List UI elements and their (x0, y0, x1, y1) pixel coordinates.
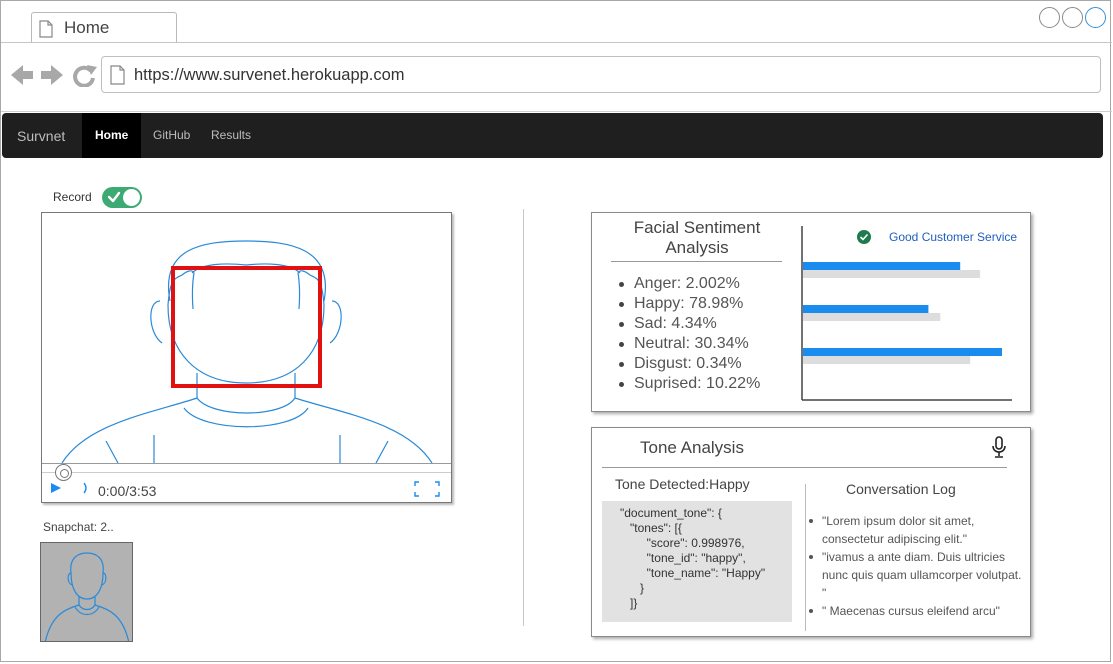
column-divider (523, 209, 524, 626)
page-icon (110, 65, 125, 85)
emotion-list: Anger: 2.002% Happy: 78.98% Sad: 4.34% N… (616, 274, 760, 394)
tone-analysis-panel: Tone Analysis Tone Detected:Happy "docum… (591, 427, 1031, 637)
emotion-anger: Anger: 2.002% (616, 274, 760, 294)
chart-bar-series2-group2 (803, 313, 941, 321)
emotion-happy: Happy: 78.98% (616, 294, 760, 314)
address-bar[interactable]: https://www.survenet.herokuapp.com (101, 56, 1101, 93)
fullscreen-icon[interactable] (414, 481, 440, 497)
chart-bar-series2-group3 (803, 356, 971, 364)
browser-window: Home https://www.survenet.herokuapp.com … (0, 0, 1112, 662)
tone-json-output: "document_tone": { "tones": [{ "score": … (602, 501, 792, 622)
emotion-neutral: Neutral: 30.34% (616, 334, 760, 354)
nav-item-results[interactable]: Results (211, 113, 251, 158)
record-toggle[interactable] (102, 187, 142, 208)
conversation-entry: " Maecenas cursus eleifend arcu" (809, 602, 1027, 620)
document-icon (39, 20, 53, 38)
record-label: Record (53, 190, 92, 204)
chart-bar-series1-group2 (803, 305, 929, 313)
refresh-icon[interactable] (73, 65, 97, 87)
emotion-suprised: Suprised: 10.22% (616, 374, 760, 394)
conversation-log: "Lorem ipsum dolor sit amet, consectetur… (809, 512, 1027, 620)
video-controls: 0:00/3:53 (42, 463, 451, 502)
app-navbar: Survnet Home GitHub Results (2, 113, 1103, 158)
json-line: "tones": [{ (620, 521, 682, 535)
json-line: } (620, 581, 645, 595)
back-arrow-icon[interactable] (11, 65, 33, 85)
forward-arrow-icon[interactable] (41, 65, 63, 85)
json-line: "tone_id": "happy", (620, 551, 746, 565)
microphone-icon[interactable] (992, 436, 1006, 458)
window-controls (1039, 7, 1106, 28)
navigation-icons (11, 65, 97, 87)
browser-tab[interactable]: Home (31, 12, 177, 43)
tone-title-underline (602, 467, 1007, 468)
emotion-disgust: Disgust: 0.34% (616, 354, 760, 374)
chart-bar-series1-group3 (803, 348, 1002, 356)
toolbar-border (1, 111, 1112, 112)
play-icon[interactable] (50, 482, 62, 494)
tone-analysis-title: Tone Analysis (640, 438, 744, 457)
facial-sentiment-panel: Facial Sentiment Analysis Anger: 2.002% … (591, 212, 1031, 412)
sentiment-bar-chart (801, 226, 1012, 401)
check-icon (107, 191, 121, 203)
seek-handle[interactable] (55, 464, 72, 481)
tab-title: Home (64, 18, 110, 37)
json-line: "document_tone": { (620, 506, 722, 520)
navbar-brand[interactable]: Survnet (17, 128, 65, 144)
snapshot-label: Snapchat: 2.. (43, 520, 114, 534)
video-player[interactable]: 0:00/3:53 (41, 212, 452, 503)
tab-strip-border (1, 42, 1112, 43)
seek-bar[interactable] (42, 472, 451, 473)
tone-column-divider (805, 484, 806, 631)
maximize-button[interactable] (1062, 7, 1083, 28)
emotion-sad: Sad: 4.34% (616, 314, 760, 334)
facial-sentiment-title: Facial Sentiment Analysis (633, 218, 761, 257)
face-detection-box (171, 266, 322, 388)
url-text: https://www.survenet.herokuapp.com (134, 66, 405, 84)
video-time: 0:00/3:53 (98, 483, 157, 499)
conversation-log-title: Conversation Log (846, 481, 956, 497)
toggle-knob (123, 189, 140, 206)
conversation-entry: "ivamus a ante diam. Duis ultricies nunc… (809, 548, 1027, 602)
tone-detected-text: Tone Detected:Happy (615, 476, 750, 492)
check-circle-icon (857, 230, 871, 244)
conversation-entry: "Lorem ipsum dolor sit amet, consectetur… (809, 512, 1027, 548)
json-line: ]} (620, 596, 638, 610)
close-button[interactable] (1085, 7, 1106, 28)
chart-legend-label: Good Customer Service (889, 230, 1018, 244)
nav-item-github[interactable]: GitHub (153, 113, 190, 158)
snapshot-thumbnail[interactable] (40, 542, 133, 642)
json-line: "tone_name": "Happy" (620, 566, 766, 580)
minimize-button[interactable] (1039, 7, 1060, 28)
chart-bar-series2-group1 (803, 270, 981, 278)
chart-bar-series1-group1 (803, 262, 961, 270)
volume-icon[interactable] (82, 481, 90, 495)
title-underline (611, 261, 782, 262)
json-line: "score": 0.998976, (620, 536, 745, 550)
person-thumbnail-icon (44, 552, 130, 641)
nav-item-home[interactable]: Home (82, 113, 142, 158)
